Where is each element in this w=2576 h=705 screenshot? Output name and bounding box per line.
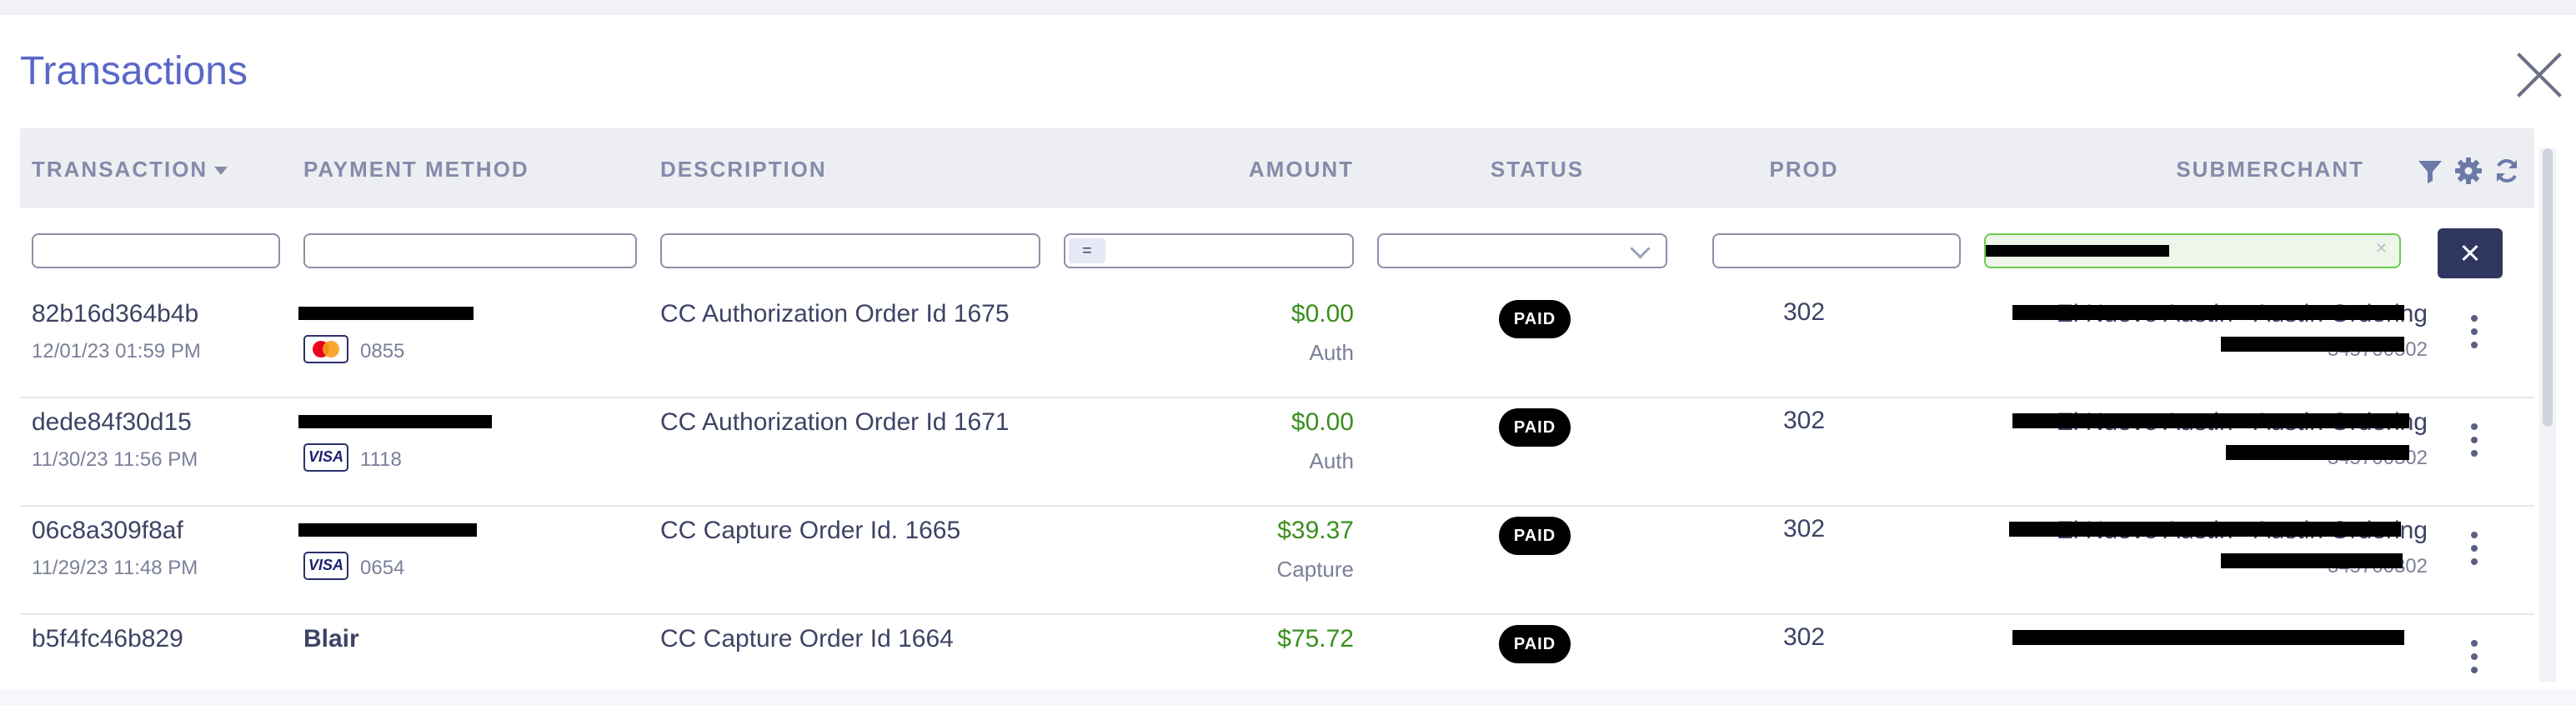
table-header: TRANSACTION PAYMENT METHOD DESCRIPTION A… xyxy=(20,128,2534,208)
filter-icon[interactable] xyxy=(2416,157,2444,185)
header-actions xyxy=(2416,157,2524,187)
page-title: Transactions xyxy=(20,49,248,93)
payer-name-redacted xyxy=(298,523,477,537)
close-icon[interactable] xyxy=(2514,50,2564,100)
transaction-id[interactable]: 82b16d364b4b xyxy=(32,300,198,328)
column-header-transaction[interactable]: TRANSACTION xyxy=(32,157,228,182)
transactions-table: TRANSACTION PAYMENT METHOD DESCRIPTION A… xyxy=(20,128,2534,675)
redaction-mark xyxy=(2012,630,2404,645)
bottom-strip xyxy=(0,690,2576,705)
visa-icon: VISA xyxy=(303,552,348,580)
column-label: TRANSACTION xyxy=(32,157,208,182)
payer-name-redacted xyxy=(298,307,474,320)
status-filter-select[interactable] xyxy=(1377,233,1667,268)
row-menu-icon[interactable] xyxy=(2466,530,2483,567)
column-header-prod[interactable]: PROD xyxy=(1721,157,1887,182)
top-strip xyxy=(0,0,2576,15)
refresh-icon[interactable] xyxy=(2493,157,2521,185)
prod-value: 302 xyxy=(1782,407,1826,434)
prod-value: 302 xyxy=(1782,298,1826,326)
table-row[interactable]: 82b16d364b4b 12/01/23 01:59 PM 0855 CC A… xyxy=(20,288,2534,398)
clear-filters-button[interactable] xyxy=(2438,228,2503,278)
redaction-mark xyxy=(2012,305,2404,320)
transaction-id[interactable]: 06c8a309f8af xyxy=(32,517,183,545)
column-header-amount[interactable]: AMOUNT xyxy=(1020,157,1354,182)
row-menu-icon[interactable] xyxy=(2466,313,2483,350)
prod-value: 302 xyxy=(1782,623,1826,651)
status-badge: PAID xyxy=(1499,625,1571,663)
submerchant-filter-input[interactable]: ✕ xyxy=(1984,233,2401,268)
vertical-scrollbar[interactable] xyxy=(2539,148,2556,682)
card-last4: 0855 xyxy=(360,340,405,362)
transaction-id[interactable]: dede84f30d15 xyxy=(32,408,192,437)
transaction-amount: $0.00 xyxy=(1291,408,1354,436)
transaction-date: 12/01/23 01:59 PM xyxy=(32,340,201,362)
clear-input-icon[interactable]: ✕ xyxy=(2375,240,2388,258)
gear-icon[interactable] xyxy=(2454,157,2483,185)
transaction-date: 11/29/23 11:48 PM xyxy=(32,557,198,579)
payer-name-redacted xyxy=(298,415,492,428)
transaction-amount: $0.00 xyxy=(1291,300,1354,328)
payment-method-filter-input[interactable] xyxy=(303,233,637,268)
redaction-mark xyxy=(2009,522,2401,537)
filter-row: = ✕ xyxy=(20,208,2534,288)
redaction-mark xyxy=(2221,337,2404,352)
description-filter-input[interactable] xyxy=(660,233,1040,268)
column-header-description[interactable]: DESCRIPTION xyxy=(660,157,827,182)
transaction-filter-input[interactable] xyxy=(32,233,280,268)
scrollbar-thumb[interactable] xyxy=(2543,148,2553,427)
mastercard-icon xyxy=(303,335,348,363)
column-header-submerchant[interactable]: SUBMERCHANT xyxy=(2004,157,2364,182)
transaction-amount: $39.37 xyxy=(1277,517,1354,544)
chevron-down-icon xyxy=(1630,238,1651,259)
redaction-mark xyxy=(2221,553,2403,568)
transaction-amount: $75.72 xyxy=(1277,625,1354,652)
redaction-mark xyxy=(2012,413,2409,428)
payer-name: Blair xyxy=(303,625,359,652)
transaction-id[interactable]: b5f4fc46b829 xyxy=(32,625,183,653)
row-menu-icon[interactable] xyxy=(2466,422,2483,458)
redaction-mark xyxy=(1986,245,2169,257)
card-last4: 1118 xyxy=(360,448,402,471)
amount-type: Auth xyxy=(1309,448,1355,473)
transaction-date: 11/30/23 11:56 PM xyxy=(32,448,198,471)
table-row[interactable]: 06c8a309f8af 11/29/23 11:48 PM VISA 0654… xyxy=(20,505,2534,615)
prod-filter-input[interactable] xyxy=(1712,233,1961,268)
amount-type: Auth xyxy=(1309,340,1355,365)
card-last4: 0654 xyxy=(360,557,405,579)
transaction-description: CC Authorization Order Id 1671 xyxy=(660,408,1010,436)
sort-desc-icon[interactable] xyxy=(214,167,228,176)
status-badge: PAID xyxy=(1499,300,1571,338)
redaction-mark xyxy=(2226,445,2409,460)
column-header-payment-method[interactable]: PAYMENT METHOD xyxy=(303,157,529,182)
column-header-status[interactable]: STATUS xyxy=(1454,157,1621,182)
amount-operator-select[interactable]: = xyxy=(1069,238,1105,263)
status-badge: PAID xyxy=(1499,517,1571,555)
amount-filter-input[interactable]: = xyxy=(1064,233,1354,268)
status-badge: PAID xyxy=(1499,408,1571,447)
transaction-description: CC Capture Order Id. 1665 xyxy=(660,517,961,544)
prod-value: 302 xyxy=(1782,515,1826,542)
transaction-description: CC Authorization Order Id 1675 xyxy=(660,300,1010,328)
amount-type: Capture xyxy=(1276,557,1355,582)
table-row[interactable]: b5f4fc46b829 Blair CC Capture Order Id 1… xyxy=(20,613,2534,675)
transactions-panel: Transactions TRANSACTION PAYMENT METHOD … xyxy=(0,15,2576,690)
row-menu-icon[interactable] xyxy=(2466,638,2483,675)
visa-icon: VISA xyxy=(303,443,348,472)
table-row[interactable]: dede84f30d15 11/30/23 11:56 PM VISA 1118… xyxy=(20,397,2534,507)
transaction-description: CC Capture Order Id 1664 xyxy=(660,625,954,652)
